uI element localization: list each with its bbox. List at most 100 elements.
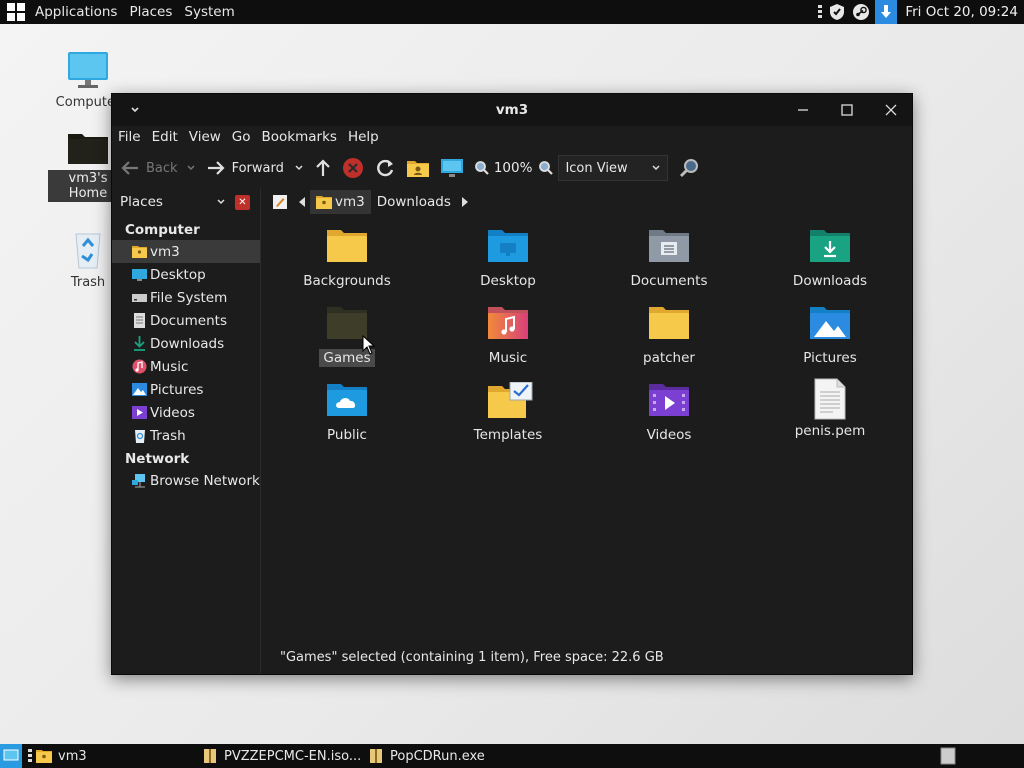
path-scroll-right-button[interactable] bbox=[457, 190, 473, 214]
menu-bookmarks[interactable]: Bookmarks bbox=[262, 129, 337, 145]
back-button[interactable]: Back bbox=[120, 160, 196, 176]
sidebar-item-trash[interactable]: Trash bbox=[112, 424, 260, 447]
breadcrumb-downloads[interactable]: Downloads bbox=[371, 190, 457, 214]
file-name: Backgrounds bbox=[303, 273, 391, 289]
menu-system[interactable]: System bbox=[184, 4, 234, 20]
file-item-pictures[interactable]: Pictures bbox=[750, 305, 910, 381]
breadcrumb-label: vm3 bbox=[335, 194, 365, 210]
folder-icon bbox=[647, 305, 691, 341]
search-button[interactable] bbox=[678, 157, 700, 179]
computer-button[interactable] bbox=[440, 157, 464, 179]
stop-icon bbox=[342, 158, 363, 178]
reload-icon bbox=[376, 159, 393, 177]
sidebar-item-file-system[interactable]: File System bbox=[112, 286, 260, 309]
sidebar-item-label: File System bbox=[150, 289, 228, 306]
close-button[interactable] bbox=[876, 98, 906, 122]
drive-icon bbox=[132, 290, 147, 305]
show-desktop-button[interactable] bbox=[0, 744, 22, 768]
task-vm3[interactable]: vm3 bbox=[36, 744, 202, 768]
home-folder-icon bbox=[406, 161, 429, 177]
file-item-backgrounds[interactable]: Backgrounds bbox=[267, 228, 427, 304]
minimize-button[interactable] bbox=[788, 98, 818, 122]
file-name: Music bbox=[488, 350, 528, 366]
folder-downloads-icon bbox=[808, 228, 852, 264]
menu-applications[interactable]: Applications bbox=[35, 4, 117, 20]
documents-icon bbox=[132, 313, 147, 328]
breadcrumb-vm3[interactable]: vm3 bbox=[310, 190, 371, 214]
sidebar-item-label: Music bbox=[150, 358, 189, 375]
file-item-downloads[interactable]: Downloads bbox=[750, 228, 910, 304]
zoom-in-button[interactable] bbox=[538, 160, 554, 176]
status-bar: "Games" selected (containing 1 item), Fr… bbox=[262, 646, 912, 668]
file-item-desktop[interactable]: Desktop bbox=[428, 228, 588, 304]
sidebar-item-desktop[interactable]: Desktop bbox=[112, 263, 260, 286]
archive-icon bbox=[370, 749, 382, 763]
zoom-in-icon bbox=[539, 161, 554, 175]
close-sidebar-button[interactable]: ✕ bbox=[235, 195, 250, 210]
sidebar-item-videos[interactable]: Videos bbox=[112, 401, 260, 424]
menu-go[interactable]: Go bbox=[232, 129, 251, 145]
clock[interactable]: Fri Oct 20, 09:24 bbox=[901, 4, 1024, 20]
sidebar-item-label: Browse Network bbox=[150, 472, 260, 489]
sidebar-item-documents[interactable]: Documents bbox=[112, 309, 260, 332]
task-popcdrun[interactable]: PopCDRun.exe bbox=[368, 744, 534, 768]
file-item-patcher[interactable]: patcher bbox=[589, 305, 749, 381]
task-label: PopCDRun.exe bbox=[390, 748, 485, 764]
tray-handle-icon bbox=[817, 2, 823, 22]
titlebar[interactable]: vm3 bbox=[112, 94, 912, 126]
toggle-location-entry-button[interactable] bbox=[266, 190, 294, 214]
home-button[interactable] bbox=[406, 158, 430, 178]
menu-help[interactable]: Help bbox=[348, 129, 379, 145]
home-folder-icon bbox=[132, 244, 147, 259]
sidebar-header: Places ✕ bbox=[112, 188, 260, 216]
music-icon bbox=[132, 359, 147, 374]
menu-places[interactable]: Places bbox=[129, 4, 172, 20]
file-item-templates[interactable]: Templates bbox=[428, 381, 588, 458]
file-item-music[interactable]: Music bbox=[428, 305, 588, 381]
sidebar-item-downloads[interactable]: Downloads bbox=[112, 332, 260, 355]
menu-file[interactable]: File bbox=[118, 129, 141, 145]
chevron-down-icon[interactable] bbox=[216, 197, 226, 207]
steam-icon[interactable] bbox=[851, 2, 871, 22]
file-item-videos[interactable]: Videos bbox=[589, 382, 749, 458]
update-download-icon[interactable] bbox=[875, 0, 898, 24]
forward-button[interactable]: Forward bbox=[206, 160, 304, 176]
triangle-left-icon bbox=[299, 197, 305, 207]
sidebar-item-label: Videos bbox=[150, 404, 195, 421]
path-scroll-left-button[interactable] bbox=[294, 190, 310, 214]
zoom-out-button[interactable] bbox=[474, 160, 490, 176]
menu-view[interactable]: View bbox=[189, 129, 221, 145]
menu-edit[interactable]: Edit bbox=[152, 129, 178, 145]
sidebar-item-browse-network[interactable]: Browse Network bbox=[112, 469, 260, 492]
sidebar-item-pictures[interactable]: Pictures bbox=[112, 378, 260, 401]
up-button[interactable] bbox=[314, 158, 332, 178]
file-name: penis.pem bbox=[794, 423, 866, 439]
folder-desktop-icon bbox=[486, 228, 530, 264]
file-item-public[interactable]: Public bbox=[267, 382, 427, 458]
forward-label: Forward bbox=[231, 160, 284, 176]
shield-icon[interactable] bbox=[827, 2, 847, 22]
stop-button[interactable] bbox=[342, 157, 364, 179]
reload-button[interactable] bbox=[374, 157, 396, 179]
file-name: Documents bbox=[630, 273, 708, 289]
view-mode-select[interactable]: Icon View bbox=[558, 155, 669, 181]
sidebar-title[interactable]: Places bbox=[120, 194, 163, 210]
chevron-down-icon bbox=[652, 165, 660, 171]
file-item-games[interactable]: Games bbox=[267, 305, 427, 381]
sidebar-item-vm3[interactable]: vm3 bbox=[112, 240, 260, 263]
trash-applet[interactable] bbox=[940, 744, 956, 768]
trash-icon bbox=[132, 428, 147, 443]
file-item-documents[interactable]: Documents bbox=[589, 228, 749, 304]
task-label: PVZZEPCMC-EN.iso... bbox=[224, 748, 362, 764]
top-panel: Applications Places System Fri Oct 20, 0… bbox=[0, 0, 1024, 24]
applications-logo-icon[interactable] bbox=[7, 3, 25, 21]
zoom-level[interactable]: 100% bbox=[494, 160, 533, 176]
taskbar-handle-icon bbox=[28, 744, 32, 768]
file-item-penis-pem[interactable]: penis.pem bbox=[750, 378, 910, 458]
breadcrumb-label: Downloads bbox=[376, 194, 451, 210]
sidebar-group-computer: Computer bbox=[125, 222, 200, 238]
maximize-button[interactable] bbox=[832, 98, 862, 122]
main-pane: vm3 Downloads Backgrounds Desktop Docume… bbox=[262, 188, 912, 674]
task-iso[interactable]: PVZZEPCMC-EN.iso... bbox=[202, 744, 368, 768]
sidebar-item-music[interactable]: Music bbox=[112, 355, 260, 378]
